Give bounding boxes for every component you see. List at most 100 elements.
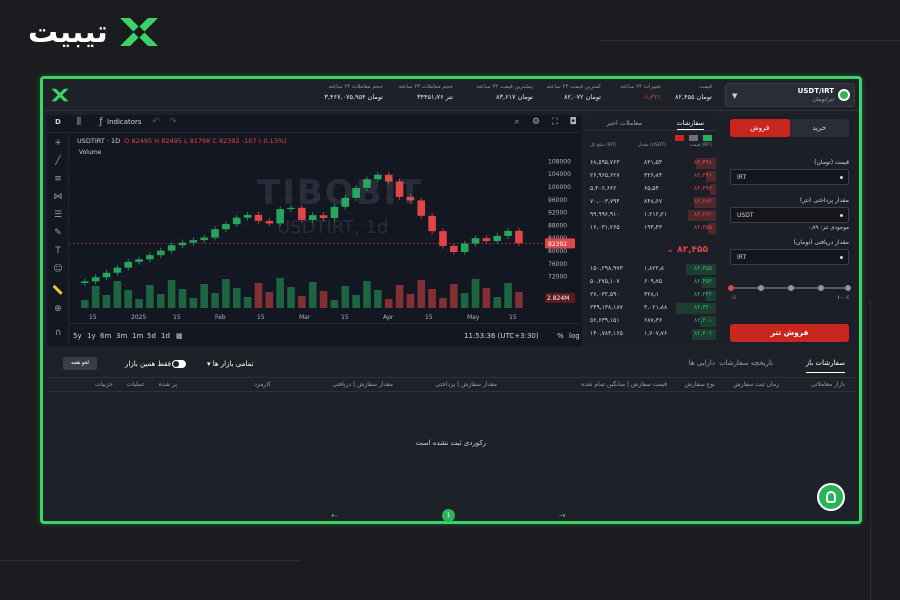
- prev-page-icon[interactable]: ⇠: [331, 511, 338, 520]
- range-1m[interactable]: 1m: [132, 332, 143, 340]
- ask-amount: ۸۳۱٫۵۴: [644, 159, 663, 166]
- bid-row[interactable]: ۸۲,۴۵۴ ۶۰۹٫۷۵ ۵۰,۲۷۵,۱۰۷: [586, 276, 716, 289]
- pair-name: USDT/IRT: [797, 87, 834, 95]
- volume-bar: [254, 283, 263, 308]
- redo-icon[interactable]: ↷: [167, 117, 179, 129]
- volume-bar: [91, 286, 100, 308]
- tab-order-history[interactable]: تاریخچه سفارشات: [719, 359, 773, 367]
- ask-row[interactable]: ۸۲,۴۹۶ ۳۲۶٫۸۴ ۲۶,۹۶۵,۶۲۷: [586, 170, 716, 183]
- sell-usdt-button[interactable]: فروش تتر: [730, 324, 849, 342]
- ask-row[interactable]: ۸۲,۴۵۵ ۱۹۴٫۴۳ ۱۶,۰۳۱,۲۶۵: [586, 222, 716, 235]
- interval-button[interactable]: D: [55, 118, 61, 126]
- pattern-icon[interactable]: ⋈: [52, 191, 64, 203]
- trendline-icon[interactable]: ╱: [52, 155, 64, 167]
- only-this-market-toggle[interactable]: [172, 360, 186, 368]
- tab-orders[interactable]: سفارشات: [676, 119, 704, 130]
- ask-row[interactable]: ۸۲,۴۶۲ ۱,۲۱۲٫۲۱ ۹۹,۹۹۶,۹۱۰: [586, 209, 716, 222]
- range-6m[interactable]: 6m: [100, 332, 111, 340]
- candle: [146, 255, 154, 260]
- bid-row[interactable]: ۸۲,۴۰۶ ۱,۷۰۷٫۷۶ ۱۴۰,۷۸۳,۱۶۵: [586, 328, 716, 341]
- range-1d[interactable]: 1d: [161, 332, 170, 340]
- app-logo-icon[interactable]: [49, 86, 71, 104]
- pay-input[interactable]: USDT: [730, 207, 849, 223]
- volume-bar: [102, 295, 111, 308]
- stat-value: ۸۳,۶۱۷ تومان: [496, 93, 533, 101]
- orderbook-tabs: سفارشات معاملات اخیر: [586, 115, 716, 131]
- search-icon[interactable]: ⌕: [511, 117, 523, 129]
- both-sides-icon[interactable]: [688, 135, 698, 141]
- slider-knob[interactable]: [728, 285, 734, 291]
- tab-recent-trades[interactable]: معاملات اخیر: [606, 119, 642, 127]
- candle: [265, 220, 274, 224]
- bg-line: [870, 300, 871, 600]
- ohlc-close: C 82392: [212, 137, 240, 145]
- header-total: مبلغ کل (IRT): [590, 143, 617, 148]
- next-page-icon[interactable]: ⇢: [559, 511, 566, 520]
- tab-open-orders[interactable]: سفارشات باز: [805, 359, 845, 373]
- price-axis[interactable]: 1080001040001000009600092000880008400080…: [544, 133, 582, 323]
- crosshair-icon[interactable]: +: [52, 137, 64, 149]
- receive-input[interactable]: IRT: [730, 249, 849, 265]
- price-input[interactable]: IRT: [730, 169, 849, 185]
- camera-icon[interactable]: ◘: [567, 117, 579, 129]
- range-3m[interactable]: 3m: [116, 332, 127, 340]
- stat-value: ۸۲,۴۵۵ تومان: [675, 93, 712, 101]
- candle: [189, 240, 198, 243]
- horizontal-lines-icon[interactable]: ≡: [52, 173, 64, 185]
- amount-slider[interactable]: [728, 285, 851, 291]
- range-1y[interactable]: 1y: [87, 332, 96, 340]
- bid-row[interactable]: ۸۲,۴۴۲ ۳۲۸٫۱ ۲۷,۰۳۲,۵۹۰: [586, 289, 716, 302]
- zoom-icon[interactable]: ⊕: [52, 303, 64, 315]
- magnet-icon[interactable]: ∩: [52, 327, 64, 339]
- slider-step[interactable]: [788, 285, 794, 291]
- sell-tab[interactable]: فروش: [730, 119, 790, 137]
- ask-row[interactable]: ۸۲,۴۸۴ ۸۴۸٫۶۷ ۷۰,۰۰۳,۷۹۴: [586, 196, 716, 209]
- stat-label: بیشترین قیمت ۲۴ ساعته: [476, 84, 533, 90]
- usdt-balance[interactable]: موجودی تتر: ۰٫۷۹: [808, 225, 849, 231]
- pair-subtitle: تتر/تومان: [812, 97, 834, 103]
- ask-price: ۸۲,۴۶۲: [693, 211, 712, 218]
- bid-row[interactable]: ۸۲,۴۴۰ ۳,۰۲۱٫۸۸ ۲۴۹,۱۳۸,۱۸۷: [586, 302, 716, 315]
- market-filter-dropdown[interactable]: ▾ تمامی بازار ها: [207, 360, 254, 368]
- pair-selector[interactable]: USDT/IRT تتر/تومان ▼: [725, 83, 855, 107]
- divider: [47, 377, 855, 378]
- pay-label: مقدار پرداختی (تتر): [799, 197, 849, 204]
- indicators-button[interactable]: Indicators: [107, 118, 142, 126]
- x-tick-label: Mar: [299, 314, 311, 321]
- fib-icon[interactable]: ☰: [52, 209, 64, 221]
- bids-only-icon[interactable]: [703, 135, 712, 141]
- x-tick-label: 15: [425, 314, 433, 321]
- page-number[interactable]: 1: [442, 509, 455, 522]
- slider-step[interactable]: [818, 285, 824, 291]
- candle: [135, 259, 143, 262]
- bid-total: ۲۴۹,۱۳۸,۱۸۷: [590, 304, 623, 311]
- emoji-icon[interactable]: ☺: [52, 263, 64, 275]
- ask-row[interactable]: ۸۲,۴۹۳ ۶۵٫۵۴ ۵,۴۰۶,۶۶۲: [586, 183, 716, 196]
- fullscreen-icon[interactable]: ⛶: [549, 117, 561, 129]
- bid-row[interactable]: ۸۲,۴۵۵ ۱,۸۲۲٫۸ ۱۵۰,۲۹۸,۹۷۳: [586, 263, 716, 276]
- settings-icon[interactable]: ⚙: [530, 117, 542, 129]
- ruler-icon[interactable]: 📏: [52, 285, 64, 297]
- ask-price: ۸۲,۴۵۵: [693, 224, 712, 231]
- slider-step[interactable]: [758, 285, 764, 291]
- slider-min-label: ۰٪: [730, 295, 736, 301]
- percent-toggle[interactable]: %: [557, 332, 564, 340]
- candle: [450, 245, 458, 252]
- slider-step[interactable]: [845, 285, 851, 291]
- undo-icon[interactable]: ↶: [150, 117, 162, 129]
- range-5d[interactable]: 5d: [147, 332, 156, 340]
- candle: [156, 250, 165, 256]
- candle-style-icon[interactable]: ⫼: [73, 117, 85, 129]
- buy-tab[interactable]: خرید: [790, 119, 850, 137]
- text-icon[interactable]: T: [52, 245, 64, 257]
- bid-row[interactable]: ۸۲,۴۰۱ ۶۸۷٫۳۶ ۵۶,۶۳۹,۱۵۱: [586, 315, 716, 328]
- support-chat-button[interactable]: [817, 483, 845, 511]
- asks-only-icon[interactable]: [674, 135, 684, 141]
- cancel-all-button[interactable]: لغو همه: [63, 357, 97, 370]
- calendar-icon[interactable]: ▦: [176, 332, 183, 340]
- log-toggle[interactable]: log: [569, 332, 580, 340]
- brush-icon[interactable]: ✎: [52, 227, 64, 239]
- range-5y[interactable]: 5y: [73, 332, 82, 340]
- ask-row[interactable]: ۸۲,۴۹۸ ۸۳۱٫۵۴ ۶۸,۵۹۵,۷۶۳: [586, 157, 716, 170]
- tab-assets[interactable]: دارایی ها: [689, 359, 715, 367]
